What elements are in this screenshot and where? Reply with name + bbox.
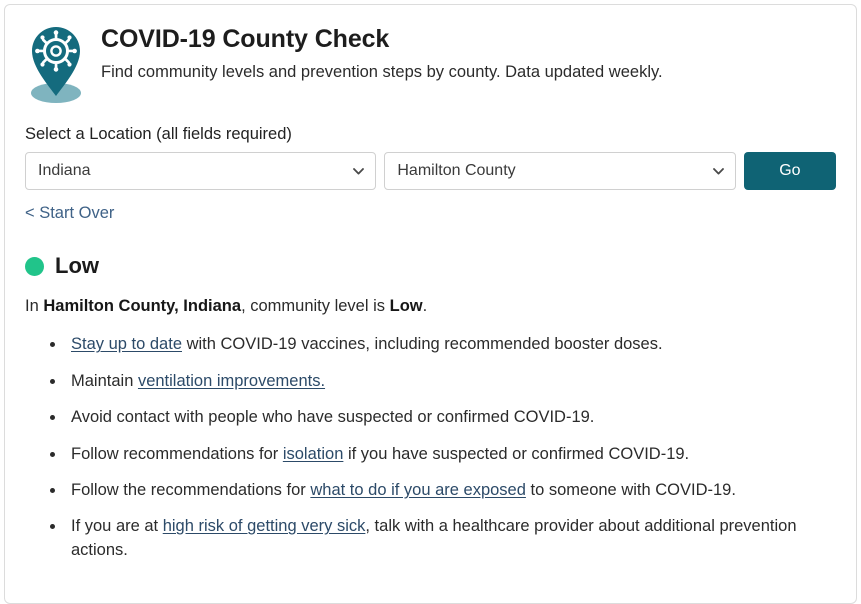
recommendation-link[interactable]: ventilation improvements.	[138, 372, 325, 390]
result-summary: In Hamilton County, Indiana, community l…	[25, 295, 836, 317]
county-select-wrapper[interactable]: Hamilton County	[384, 152, 736, 190]
recommendation-item: Follow recommendations for isolation if …	[50, 443, 836, 466]
summary-suffix: .	[422, 297, 428, 315]
recommendation-item: Avoid contact with people who have suspe…	[50, 406, 836, 429]
recommendation-text: Follow the recommendations for	[71, 480, 311, 499]
status-dot-icon	[25, 256, 44, 276]
recommendation-item: If you are at high risk of getting very …	[50, 515, 836, 562]
location-picker-row: Indiana Hamilton County Go	[25, 152, 837, 190]
header-text-block: COVID-19 County Check Find community lev…	[101, 21, 663, 83]
recommendation-link[interactable]: high risk of getting very sick	[163, 517, 366, 535]
recommendation-text: if you have suspected or confirmed COVID…	[343, 444, 690, 463]
recommendation-link[interactable]: Stay up to date	[71, 335, 182, 353]
recommendation-text: If you are at	[71, 517, 163, 536]
summary-location: Hamilton County, Indiana	[43, 297, 242, 315]
recommendation-link[interactable]: isolation	[283, 445, 344, 463]
community-level-badge: Low	[25, 255, 836, 277]
summary-prefix: In	[25, 297, 44, 315]
start-over-link[interactable]: < Start Over	[25, 204, 114, 223]
recommendation-text: with COVID-19 vaccines, including recomm…	[182, 335, 663, 354]
county-select[interactable]: Hamilton County	[384, 152, 736, 190]
summary-level: Low	[389, 297, 423, 315]
summary-middle: , community level is	[241, 297, 390, 315]
recommendation-text: Follow recommendations for	[71, 444, 283, 463]
page-subtitle: Find community levels and prevention ste…	[101, 63, 663, 81]
map-pin-virus-icon	[25, 23, 87, 105]
covid-county-check-card: COVID-19 County Check Find community lev…	[4, 4, 857, 604]
app-header: COVID-19 County Check Find community lev…	[25, 21, 836, 105]
location-picker-label: Select a Location (all fields required)	[25, 125, 292, 143]
recommendation-item: Maintain ventilation improvements.	[50, 370, 836, 393]
recommendation-item: Stay up to date with COVID-19 vaccines, …	[50, 333, 836, 356]
recommendation-text: Avoid contact with people who have suspe…	[71, 408, 595, 427]
recommendation-link[interactable]: what to do if you are exposed	[310, 481, 526, 499]
status-badge: Low	[55, 253, 99, 278]
go-button[interactable]: Go	[743, 152, 837, 190]
recommendation-text: Maintain	[71, 371, 138, 390]
recommendation-text: to someone with COVID-19.	[525, 480, 736, 499]
state-select[interactable]: Indiana	[25, 152, 377, 190]
state-select-wrapper[interactable]: Indiana	[25, 152, 377, 190]
recommendation-item: Follow the recommendations for what to d…	[50, 479, 836, 502]
page-title: COVID-19 County Check	[101, 25, 390, 53]
recommendations-list: Stay up to date with COVID-19 vaccines, …	[25, 333, 836, 562]
